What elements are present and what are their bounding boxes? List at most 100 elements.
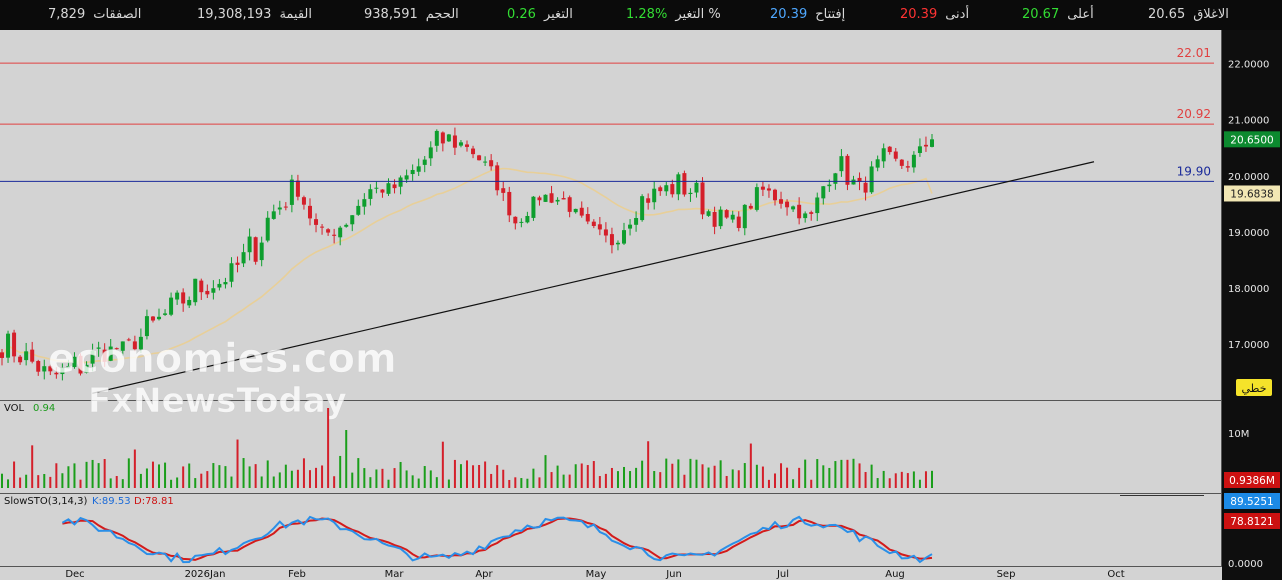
volume-bar xyxy=(472,465,475,488)
volume-bar xyxy=(689,458,692,488)
stat-value: 19,308,193 القيمة xyxy=(197,7,312,22)
candle-body xyxy=(573,208,578,213)
volume-bar xyxy=(858,463,861,488)
candle-body xyxy=(640,196,645,221)
volume-bar xyxy=(876,478,879,488)
candle-body xyxy=(827,184,832,187)
volume-bar xyxy=(900,471,903,488)
stochastic-pane-bg xyxy=(0,494,1222,566)
volume-bar xyxy=(780,463,783,488)
stat-change: 0.26 التغير xyxy=(507,7,573,22)
candle-body xyxy=(905,166,910,168)
watermark: economies.com FxNewsToday xyxy=(48,336,397,422)
volume-bar xyxy=(659,472,662,488)
candle-body xyxy=(6,333,11,358)
time-axis-label: Jun xyxy=(665,569,682,580)
volume-bar xyxy=(502,469,505,488)
volume-bar xyxy=(701,464,704,488)
time-axis-label: Apr xyxy=(475,569,493,580)
volume-bar xyxy=(411,475,414,488)
candle-body xyxy=(652,188,657,203)
volume-bar xyxy=(151,461,154,488)
volume-bar xyxy=(381,468,384,488)
candle-body xyxy=(489,160,494,167)
candle-body xyxy=(18,356,23,363)
volume-bar xyxy=(375,469,378,488)
candle-body xyxy=(211,288,216,293)
candle-body xyxy=(283,206,288,208)
volume-bar xyxy=(731,469,734,488)
candle-body xyxy=(670,184,675,195)
volume-bar xyxy=(302,458,305,488)
time-axis-label: Oct xyxy=(1107,569,1124,580)
candle-body xyxy=(839,156,844,172)
volume-bar xyxy=(308,470,311,488)
price-tick-label: 18.0000 xyxy=(1228,284,1269,295)
stat-volume: 938,591 الحجم xyxy=(364,7,459,22)
volume-bar xyxy=(864,472,867,488)
candle-body xyxy=(223,282,228,285)
volume-bar xyxy=(924,471,927,488)
stochastic-d-label: D:78.81 xyxy=(134,496,174,507)
level-line-label: 20.92 xyxy=(1177,107,1211,121)
candle-body xyxy=(175,292,180,300)
candle-body xyxy=(893,151,898,159)
stat-open: 20.39 إفتتاح xyxy=(770,7,846,22)
candle-body xyxy=(851,179,856,185)
candle-body xyxy=(736,216,741,228)
volume-bar xyxy=(749,443,752,488)
candle-body xyxy=(163,313,168,315)
candle-body xyxy=(205,290,210,295)
candle-body xyxy=(766,188,771,191)
candle-body xyxy=(833,173,838,184)
volume-bar xyxy=(351,472,354,488)
volume-bar xyxy=(556,465,559,488)
candle-body xyxy=(199,280,204,293)
moving-average-tag: 19.6838 xyxy=(1224,185,1280,202)
volume-bar xyxy=(188,463,191,488)
volume-bar xyxy=(490,473,493,488)
price-tick-label: 22.0000 xyxy=(1228,60,1269,71)
volume-bar xyxy=(61,473,64,488)
volume-bar xyxy=(894,473,897,488)
volume-bar xyxy=(526,478,529,488)
time-axis-label: 2026Jan xyxy=(185,569,226,580)
time-axis-label: Mar xyxy=(385,569,405,580)
candle-body xyxy=(664,185,669,192)
candle-body xyxy=(754,187,759,210)
volume-bar xyxy=(200,473,203,488)
candle-body xyxy=(229,263,234,282)
volume-bar xyxy=(671,463,674,488)
price-tick-label: 17.0000 xyxy=(1228,340,1269,351)
volume-bar xyxy=(164,462,167,488)
volume-bar xyxy=(49,476,52,488)
candle-body xyxy=(591,221,596,227)
volume-bar xyxy=(260,476,263,488)
candle-body xyxy=(271,211,276,219)
level-line-label: 22.01 xyxy=(1177,46,1211,60)
volume-value: 0.94 xyxy=(33,403,55,414)
volume-bar xyxy=(683,474,686,488)
volume-bar xyxy=(478,464,481,488)
volume-bar xyxy=(339,455,342,488)
price-tick-label: 19.0000 xyxy=(1228,228,1269,239)
volume-bar xyxy=(586,465,589,488)
candle-body xyxy=(628,224,633,229)
volume-bar xyxy=(798,467,801,488)
scale-mode-button[interactable]: خطي xyxy=(1236,379,1272,396)
candle-body xyxy=(609,234,614,246)
volume-bar xyxy=(278,472,281,488)
candle-body xyxy=(434,130,439,146)
candle-body xyxy=(597,224,602,230)
volume-last-label: 0.9386M xyxy=(1229,475,1275,487)
price-chart[interactable]: 22.01 20.92 19.90 22.0000 21.0000 20.0000 19.… xyxy=(0,30,1282,580)
volume-bar xyxy=(767,479,770,488)
stats-bar: 20.65 الاغلاق 20.67 أعلى 20.39 أدنى 20.39 إف… xyxy=(0,0,1282,30)
volume-bar xyxy=(804,459,807,488)
volume-bar xyxy=(713,465,716,488)
candle-body xyxy=(36,361,41,372)
candle-body xyxy=(30,349,35,362)
candle-body xyxy=(930,139,934,147)
volume-bar xyxy=(405,470,408,488)
candle-body xyxy=(694,182,699,193)
